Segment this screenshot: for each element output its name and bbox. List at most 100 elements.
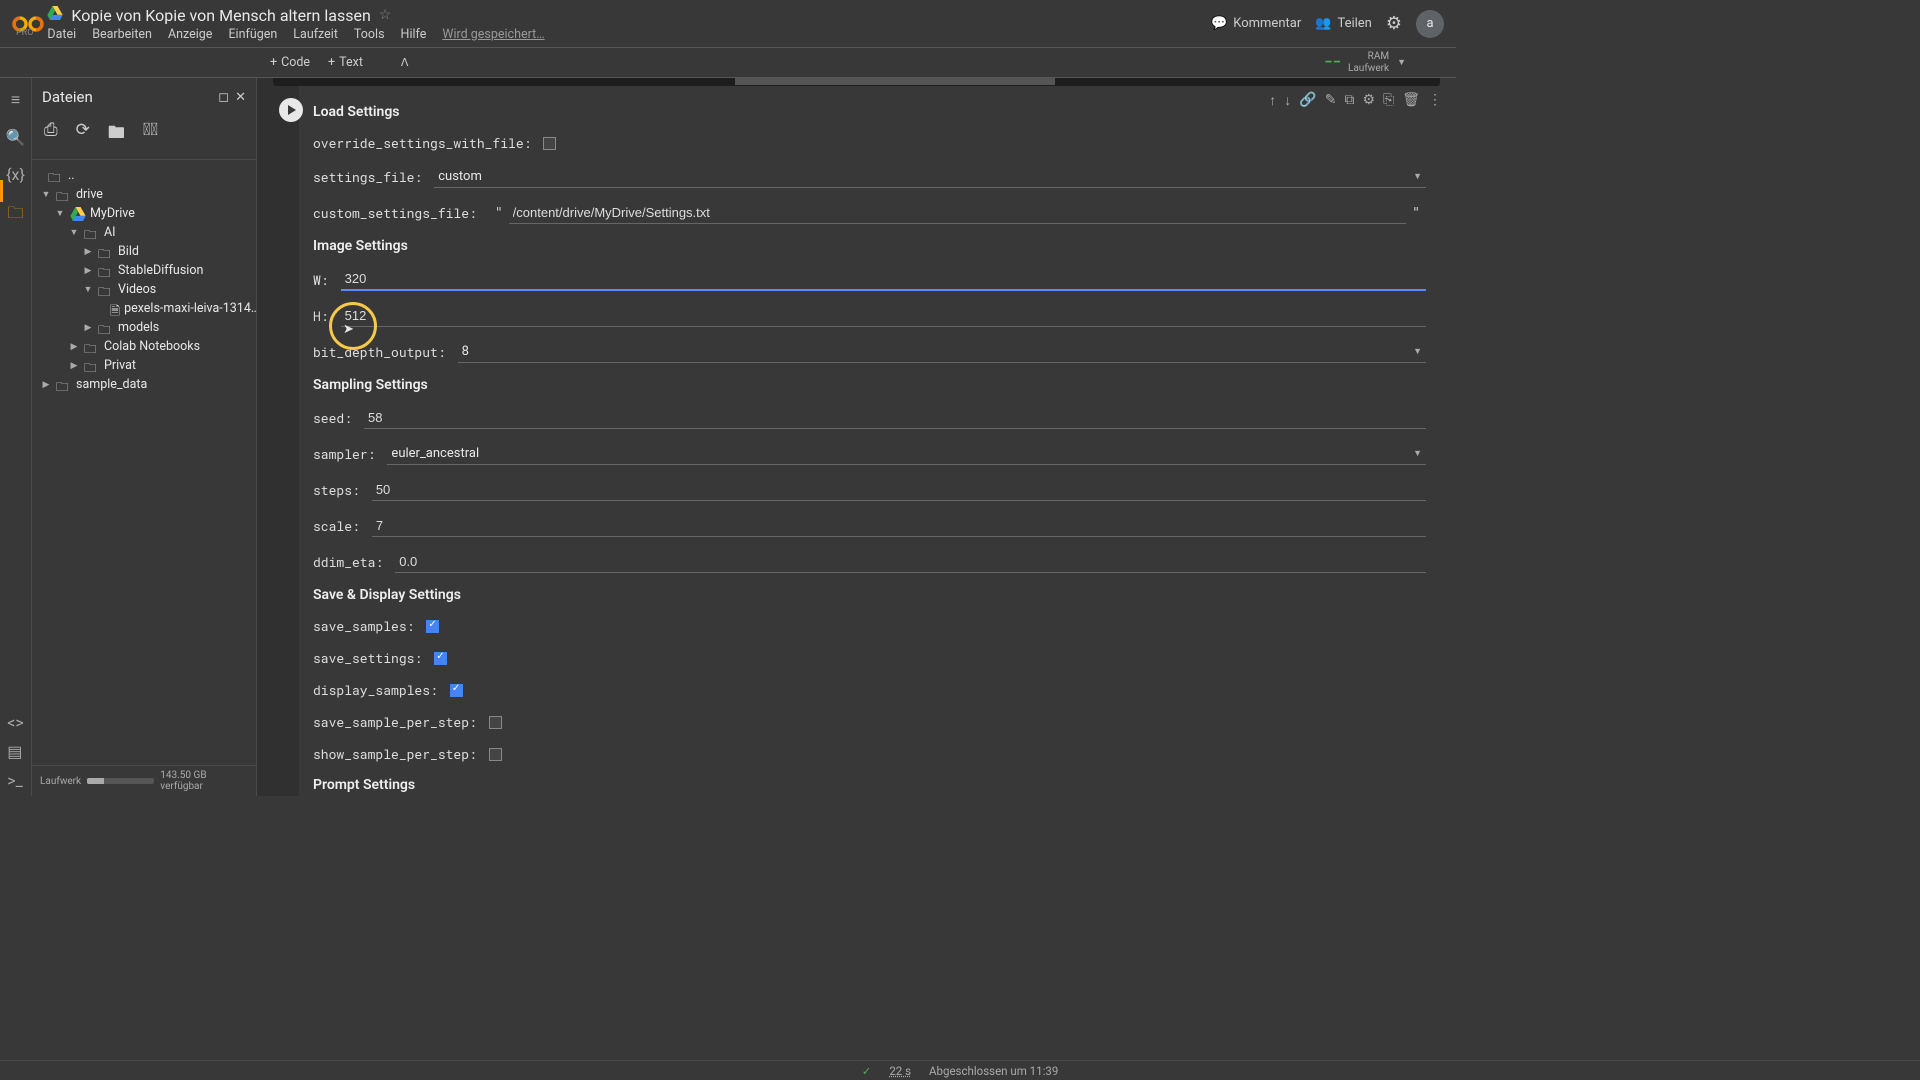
menu-anzeige[interactable]: Anzeige [168, 27, 212, 42]
custom-file-input[interactable] [509, 202, 1407, 224]
tree-dotdot[interactable]: 🗀.. [36, 166, 252, 185]
settings-file-select[interactable]: custom▼ [434, 166, 1426, 188]
tree-ai[interactable]: ▼🗀AI [36, 223, 252, 242]
tree-privat[interactable]: ▶🗀Privat [36, 356, 252, 375]
file-tree: 🗀.. ▼🗀drive ▼MyDrive ▼🗀AI ▶🗀Bild ▶🗀Stabl… [32, 160, 256, 765]
bit-depth-label: bit_depth_output: [313, 343, 446, 361]
steps-label: steps: [313, 481, 360, 499]
menu-bearbeiten[interactable]: Bearbeiten [92, 27, 152, 42]
drive-folder-icon [70, 207, 86, 221]
close-icon[interactable]: ✕ [235, 90, 246, 105]
save-settings-checkbox[interactable] [434, 652, 447, 665]
tree-video-file[interactable]: 🗎pexels-maxi-leiva-1314… [36, 299, 252, 318]
refresh-icon[interactable]: ⟳ [76, 120, 90, 149]
h-label: H: [313, 307, 329, 325]
cell-toolbar: ↑ ↓ 🔗 ✎ ⧉ ⚙ ⎘ 🗑 ⋮ [1269, 92, 1442, 109]
folder-icon: 🗀 [98, 245, 114, 259]
display-samples-checkbox[interactable] [450, 684, 463, 697]
display-samples-label: display_samples: [313, 681, 438, 699]
settings-file-label: settings_file: [313, 168, 422, 186]
sampler-select[interactable]: euler_ancestral▼ [387, 443, 1426, 465]
cell-gear-icon[interactable]: ⚙ [1362, 92, 1375, 109]
left-rail: ≡ 🔍 {x} 🗀 <> ▤ >_ [0, 78, 32, 796]
share-button[interactable]: 👥Teilen [1315, 16, 1372, 31]
edit-icon[interactable]: ✎ [1325, 92, 1337, 109]
save-display-heading: Save & Display Settings [313, 587, 1426, 603]
folder-icon: 🗀 [98, 283, 114, 297]
toggle-hidden-icon[interactable]: 👁̸ [143, 120, 158, 149]
comment-button[interactable]: 💬Kommentar [1211, 16, 1301, 31]
more-icon[interactable]: ⋮ [1428, 92, 1442, 109]
resource-indicator[interactable]: ━ ━ RAM Laufwerk ▼ [1325, 52, 1406, 74]
w-input[interactable] [341, 268, 1426, 291]
terminal-icon[interactable]: >_ [7, 771, 24, 790]
ddim-eta-label: ddim_eta: [313, 553, 383, 571]
file-sidebar: Dateien ◻ ✕ ⎙ ⟳ 🖿 👁̸ 🗀.. ▼🗀drive ▼MyDriv… [32, 78, 257, 796]
custom-file-label: custom_settings_file: [313, 204, 477, 222]
tree-sample-data[interactable]: ▶🗀sample_data [36, 375, 252, 394]
override-checkbox[interactable] [543, 137, 556, 150]
folder-icon: 🗀 [84, 359, 100, 373]
pro-badge: PRO [16, 28, 33, 38]
bit-depth-select[interactable]: 8▼ [458, 341, 1426, 363]
tree-models[interactable]: ▶🗀models [36, 318, 252, 337]
save-per-step-checkbox[interactable] [489, 716, 502, 729]
tree-videos[interactable]: ▼🗀Videos [36, 280, 252, 299]
add-code-button[interactable]: +Code [270, 55, 310, 70]
save-samples-label: save_samples: [313, 617, 414, 635]
variables-icon[interactable]: {x} [6, 165, 25, 184]
delete-icon[interactable]: 🗑 [1402, 92, 1420, 109]
command-palette-icon[interactable]: ▤ [7, 742, 24, 761]
tree-drive[interactable]: ▼🗀drive [36, 185, 252, 204]
menu-datei[interactable]: Datei [47, 27, 76, 42]
toolbar: +Code +Text ━ ━ RAM Laufwerk ▼ ᐱ [0, 48, 1456, 78]
sampler-label: sampler: [313, 445, 375, 463]
menu-laufzeit[interactable]: Laufzeit [293, 27, 338, 42]
folder-icon: 🗀 [48, 169, 64, 183]
steps-input[interactable] [372, 479, 1426, 501]
mount-drive-icon[interactable]: 🖿 [108, 120, 125, 149]
chevron-down-icon: ▼ [1413, 448, 1422, 459]
share-icon: 👥 [1315, 16, 1331, 31]
collapse-toggle-icon[interactable]: ᐱ [401, 56, 409, 69]
search-icon[interactable]: 🔍 [6, 128, 26, 147]
menu-hilfe[interactable]: Hilfe [401, 27, 427, 42]
chevron-down-icon: ▼ [1413, 346, 1422, 357]
link-icon[interactable]: 🔗 [1299, 92, 1316, 109]
ddim-eta-input[interactable] [395, 551, 1426, 573]
duplicate-icon[interactable]: ⎘ [1383, 92, 1394, 109]
tree-mydrive[interactable]: ▼MyDrive [36, 204, 252, 223]
seed-input[interactable] [364, 407, 1426, 429]
detach-icon[interactable]: ◻ [218, 90, 229, 105]
save-samples-checkbox[interactable] [426, 620, 439, 633]
notebook-title[interactable]: Kopie von Kopie von Mensch altern lassen [71, 6, 370, 25]
menu-einfuegen[interactable]: Einfügen [228, 27, 277, 42]
menubar: Datei Bearbeiten Anzeige Einfügen Laufze… [47, 27, 1211, 42]
check-icon: ✓ [862, 1064, 872, 1078]
move-up-icon[interactable]: ↑ [1269, 92, 1276, 109]
run-cell-button[interactable] [279, 98, 303, 122]
add-text-button[interactable]: +Text [328, 55, 363, 70]
code-snippet-icon[interactable]: <> [7, 713, 24, 732]
scale-label: scale: [313, 517, 360, 535]
avatar[interactable]: a [1416, 10, 1444, 38]
file-icon: 🗎 [110, 302, 120, 316]
toc-icon[interactable]: ≡ [11, 90, 20, 110]
comment-icon: 💬 [1211, 16, 1227, 31]
files-icon[interactable]: 🗀 [7, 202, 23, 229]
menu-tools[interactable]: Tools [354, 27, 385, 42]
tree-bild[interactable]: ▶🗀Bild [36, 242, 252, 261]
tree-colab-notebooks[interactable]: ▶🗀Colab Notebooks [36, 337, 252, 356]
seed-label: seed: [313, 409, 352, 427]
notebook-content: ↑ ↓ 🔗 ✎ ⧉ ⚙ ⎘ 🗑 ⋮ ➤ Load Settings overri… [257, 78, 1456, 796]
folder-icon: 🗀 [84, 226, 100, 240]
move-down-icon[interactable]: ↓ [1284, 92, 1291, 109]
scale-input[interactable] [372, 515, 1426, 537]
star-icon[interactable]: ☆ [379, 7, 392, 23]
upload-icon[interactable]: ⎙ [44, 120, 58, 149]
gear-icon[interactable]: ⚙ [1386, 13, 1402, 34]
tree-stablediffusion[interactable]: ▶🗀StableDiffusion [36, 261, 252, 280]
h-input[interactable] [341, 305, 1426, 327]
mirror-icon[interactable]: ⧉ [1344, 92, 1354, 109]
show-per-step-checkbox[interactable] [489, 748, 502, 761]
